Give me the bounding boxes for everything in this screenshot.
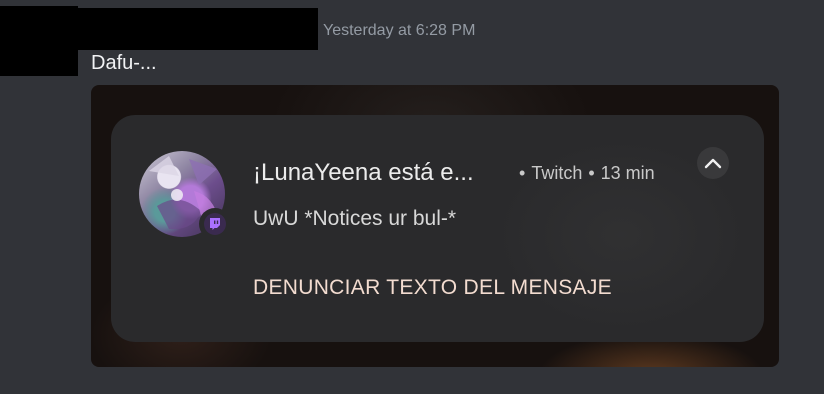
message-text: Dafu-...	[91, 52, 157, 74]
notification-body: UwU *Notices ur bul-*	[253, 207, 457, 230]
notification-title: ¡LunaYeena está e...	[253, 159, 474, 186]
twitch-badge	[199, 208, 231, 240]
redacted-avatar	[0, 6, 78, 76]
image-attachment[interactable]: ¡LunaYeena está e... • Twitch • 13 min UwU …	[91, 85, 779, 367]
message-timestamp: Yesterday at 6:28 PM	[323, 22, 476, 39]
report-message-button[interactable]: DENUNCIAR TEXTO DEL MENSAJE	[253, 276, 612, 300]
notification-meta: • Twitch • 13 min	[519, 163, 655, 183]
notification-source: Twitch	[531, 163, 583, 183]
expand-button[interactable]	[697, 147, 729, 179]
redacted-username	[78, 8, 318, 50]
chevron-up-icon	[704, 158, 722, 169]
notification-time: 13 min	[600, 163, 655, 183]
twitch-icon	[210, 218, 220, 230]
notification-card: ¡LunaYeena está e... • Twitch • 13 min UwU …	[111, 115, 764, 342]
